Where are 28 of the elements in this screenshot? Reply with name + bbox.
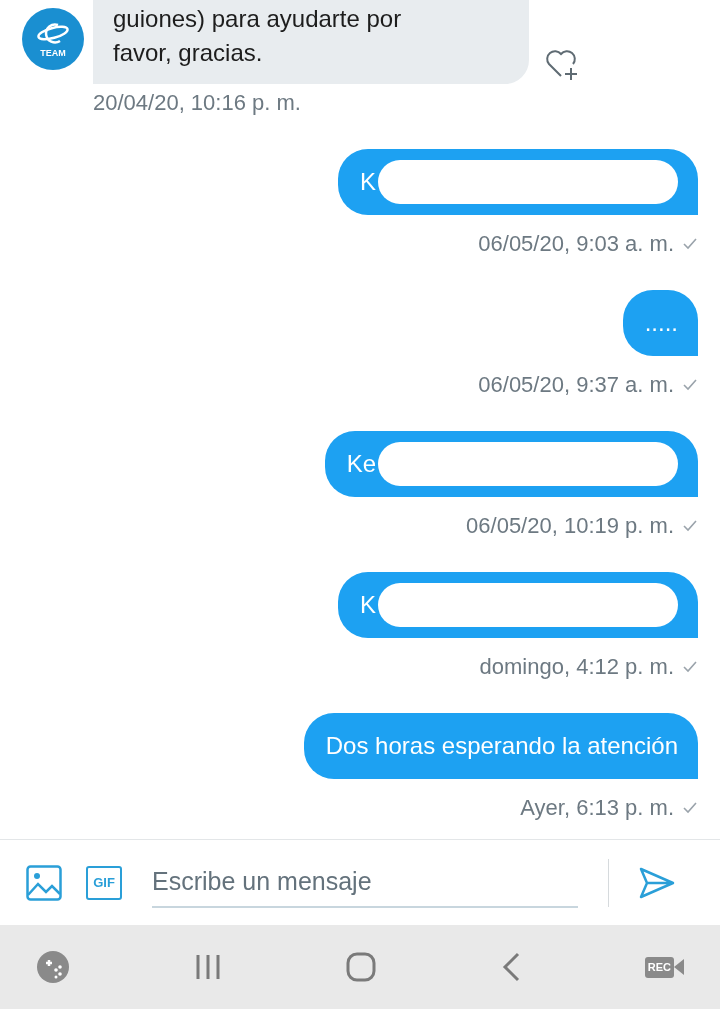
message-timestamp: 06/05/20, 9:03 a. m.	[478, 230, 674, 258]
received-message-bubble: guiones) para ayudarte por favor, gracias.	[93, 0, 529, 84]
sent-check-icon	[682, 800, 698, 815]
sent-check-icon	[682, 377, 698, 392]
game-controller-icon[interactable]	[36, 950, 70, 984]
message-timestamp: 20/04/20, 10:16 p. m.	[93, 89, 302, 117]
image-icon[interactable]	[26, 864, 62, 901]
message-text: .....	[644, 308, 678, 338]
sent-check-icon	[682, 659, 698, 674]
sent-check-icon	[682, 236, 698, 251]
recent-apps-icon[interactable]	[194, 953, 223, 981]
message-timestamp: domingo, 4:12 p. m.	[479, 653, 674, 681]
globe-logo-icon	[36, 20, 70, 47]
message-timestamp: 06/05/20, 9:37 a. m.	[478, 371, 674, 399]
team-avatar[interactable]: TEAM	[22, 8, 84, 70]
message-text: Dos horas esperando la atención	[325, 731, 678, 761]
sent-check-icon	[682, 518, 698, 533]
gif-button[interactable]: GIF	[86, 865, 122, 900]
message-timestamp: 06/05/20, 10:19 p. m.	[466, 512, 674, 540]
message-timestamp: Ayer, 6:13 p. m.	[520, 794, 674, 822]
message-text: Ke	[346, 449, 376, 479]
avatar-label: TEAM	[40, 48, 66, 58]
back-icon[interactable]	[500, 952, 521, 982]
message-input-field[interactable]: Escribe un mensaje	[152, 857, 578, 908]
home-icon[interactable]	[346, 952, 377, 982]
send-icon[interactable]	[639, 866, 675, 899]
message-text: K	[360, 167, 376, 197]
message-text: K	[360, 590, 376, 620]
